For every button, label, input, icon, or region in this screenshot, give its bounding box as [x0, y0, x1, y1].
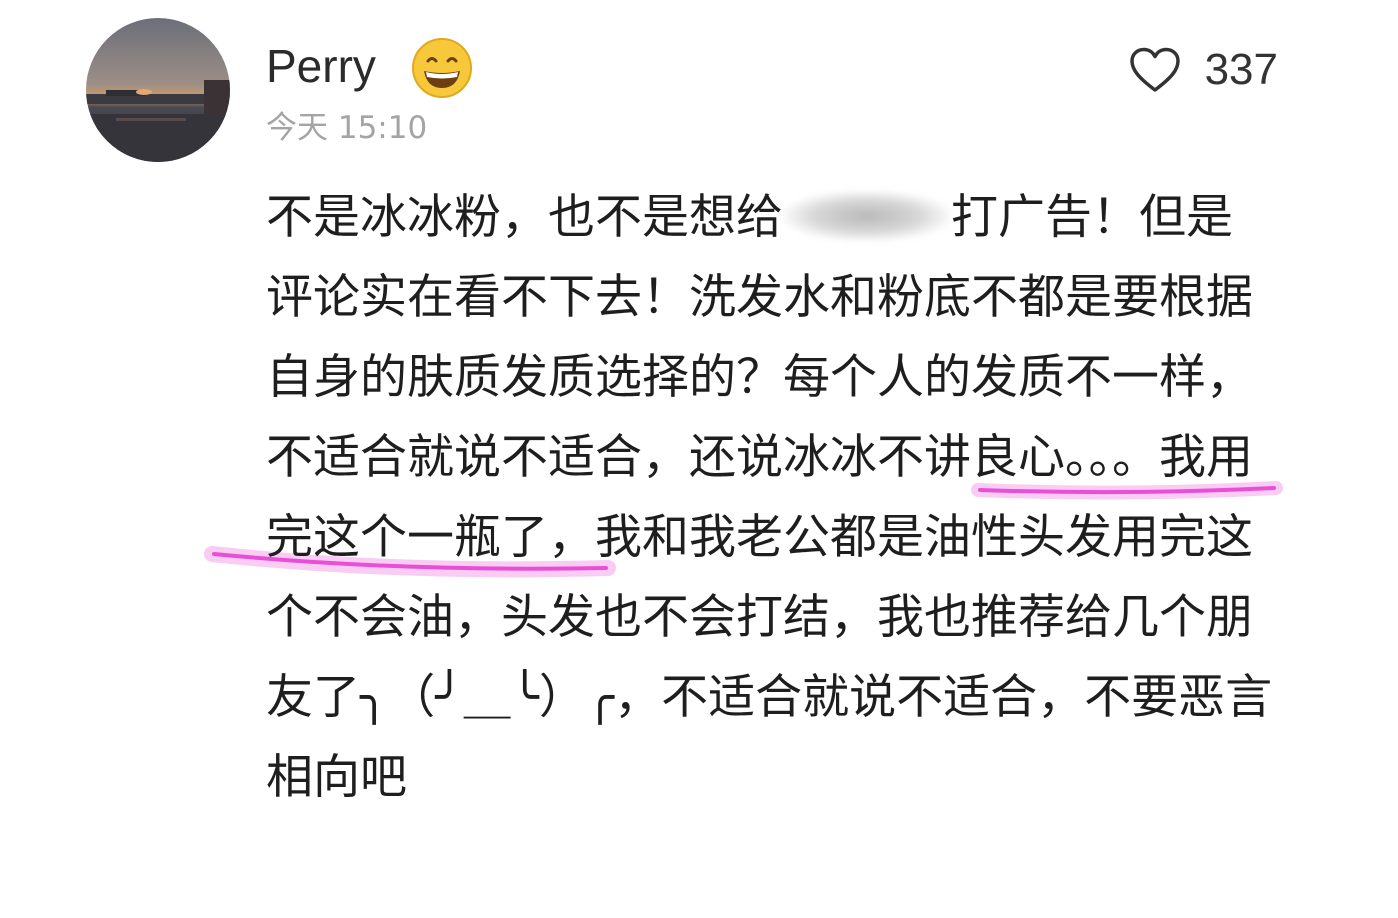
grinning-face-emoji-icon: [412, 38, 472, 98]
heart-icon: [1129, 47, 1180, 92]
timestamp: 今天 15:10: [266, 110, 428, 146]
comment-text-part: 不是冰冰粉，也不是想给: [266, 190, 783, 245]
username[interactable]: Perry: [266, 36, 376, 96]
avatar-sunset-image: [86, 18, 230, 162]
comment-text: 不是冰冰粉，也不是想给 打广告！但是评论实在看不下去！洗发水和粉底不都是要根据自身…: [266, 178, 1276, 818]
redacted-brand-blur: [783, 191, 951, 241]
comment-text-part: 我用完这个一瓶了，我和我老公都是油性头发用完这个不会油，头发也不会打结，我也推荐…: [266, 430, 1273, 805]
avatar[interactable]: [86, 18, 230, 162]
like-count: 337: [1204, 45, 1278, 94]
highlighted-text: 还说冰冰不讲良心。。。: [689, 430, 1159, 485]
like-button[interactable]: 337: [1129, 40, 1278, 100]
